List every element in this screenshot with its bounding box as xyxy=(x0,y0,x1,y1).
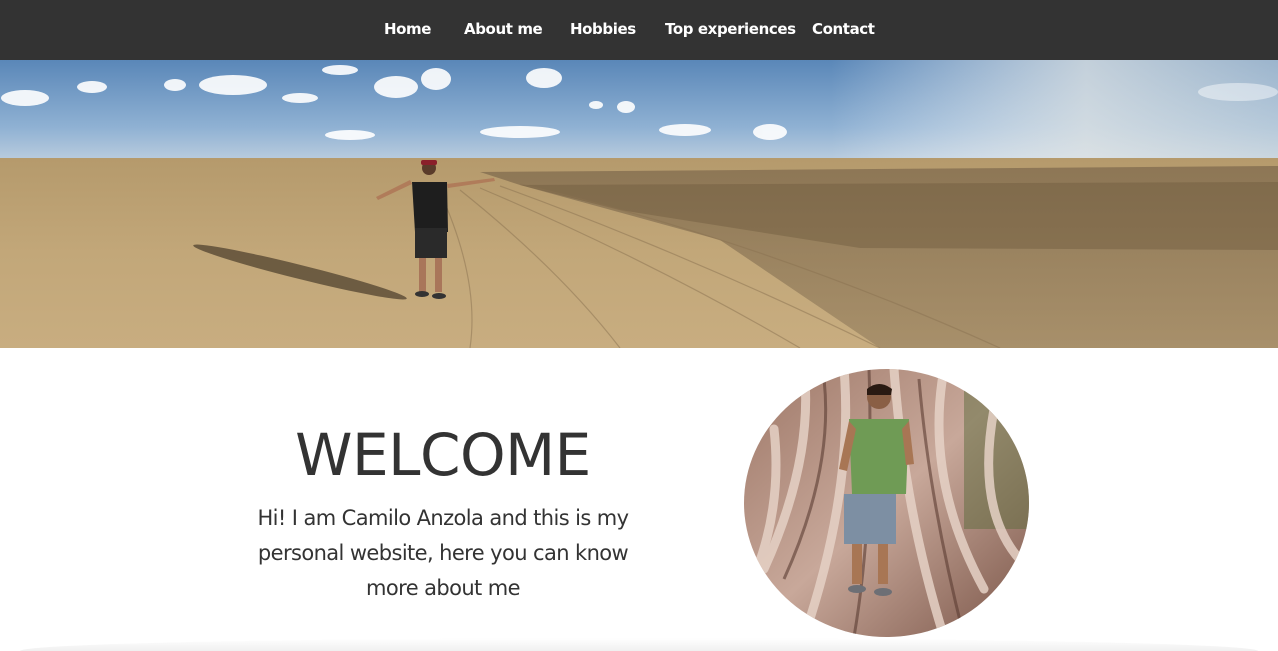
profile-photo-illustration xyxy=(744,369,1029,637)
nav-list: Home About me Hobbies Top experiences Co… xyxy=(0,0,1278,60)
nav-item-top-experiences[interactable]: Top experiences xyxy=(665,19,796,39)
top-navbar: Home About me Hobbies Top experiences Co… xyxy=(0,0,1278,60)
section-shadow xyxy=(20,638,1258,651)
profile-photo xyxy=(744,369,1029,637)
nav-item-contact[interactable]: Contact xyxy=(812,19,875,39)
nav-item-hobbies[interactable]: Hobbies xyxy=(570,19,636,39)
nav-item-about-me[interactable]: About me xyxy=(464,19,543,39)
desert-panorama-illustration xyxy=(0,60,1278,348)
welcome-title: WELCOME xyxy=(295,421,591,489)
hero-banner-image xyxy=(0,60,1278,348)
welcome-text: Hi! I am Camilo Anzola and this is my pe… xyxy=(257,506,629,600)
nav-item-home[interactable]: Home xyxy=(384,19,431,39)
welcome-section: WELCOME Hi! I am Camilo Anzola and this … xyxy=(0,348,1278,651)
